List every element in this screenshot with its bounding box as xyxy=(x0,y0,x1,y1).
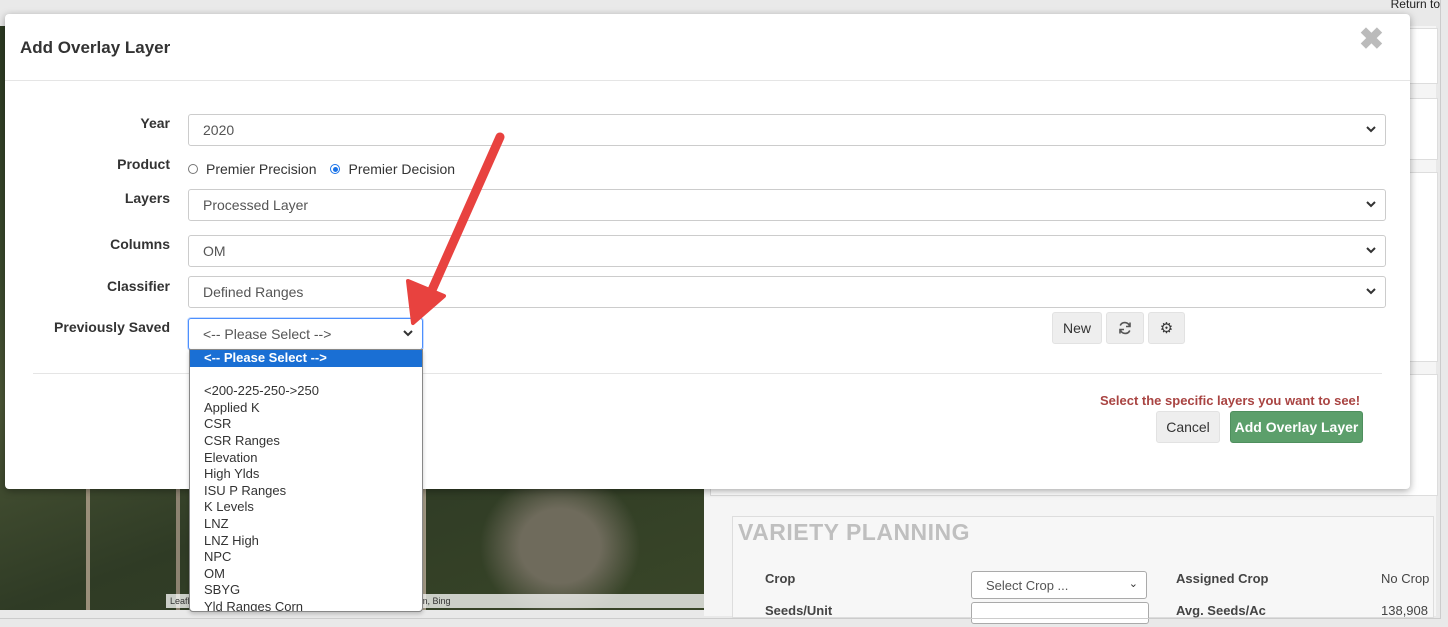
variety-planning-title: VARIETY PLANNING xyxy=(738,519,971,545)
columns-select-value: OM xyxy=(203,243,226,259)
dropdown-option[interactable]: Elevation xyxy=(190,450,422,467)
radio-label-premier-precision[interactable]: Premier Precision xyxy=(206,161,316,177)
dropdown-option[interactable]: NPC xyxy=(190,549,422,566)
radio-label-premier-decision[interactable]: Premier Decision xyxy=(348,161,455,177)
previously-saved-select[interactable]: <-- Please Select --> xyxy=(188,318,423,350)
dropdown-option[interactable]: CSR xyxy=(190,416,422,433)
layers-label: Layers xyxy=(124,190,170,206)
radio-premier-precision[interactable] xyxy=(188,164,198,174)
layers-select[interactable]: Processed Layer xyxy=(188,189,1386,221)
dropdown-option[interactable]: Yld Ranges Corn xyxy=(190,599,422,611)
year-select-value: 2020 xyxy=(203,122,235,138)
chevron-down-icon xyxy=(1366,247,1376,254)
cancel-button[interactable]: Cancel xyxy=(1156,411,1220,443)
avg-seeds-label: Avg. Seeds/Ac xyxy=(1176,603,1266,618)
product-radio-group: Premier Precision Premier Decision xyxy=(188,161,469,177)
chevron-down-icon: ⌄ xyxy=(1128,578,1138,590)
assigned-crop-label: Assigned Crop xyxy=(1176,571,1269,586)
dropdown-option[interactable]: <-- Please Select --> xyxy=(190,350,422,367)
dropdown-option[interactable]: CSR Ranges xyxy=(190,433,422,450)
dropdown-option[interactable]: OM xyxy=(190,566,422,583)
new-button[interactable]: New xyxy=(1052,312,1102,344)
settings-button[interactable]: ⚙ xyxy=(1148,312,1185,344)
avg-seeds-value: 138,908 xyxy=(1381,603,1428,618)
dropdown-option[interactable] xyxy=(190,367,422,384)
add-overlay-layer-button[interactable]: Add Overlay Layer xyxy=(1230,411,1363,443)
previously-saved-label: Previously Saved xyxy=(54,319,170,335)
crop-select-value: Select Crop ... xyxy=(986,578,1069,593)
seeds-unit-input[interactable] xyxy=(971,602,1149,624)
close-icon[interactable]: ✖ xyxy=(1359,22,1384,57)
year-select[interactable]: 2020 xyxy=(188,114,1386,146)
crop-label: Crop xyxy=(765,571,796,586)
radio-premier-decision[interactable] xyxy=(330,164,341,174)
chevron-down-icon xyxy=(1366,201,1376,208)
assigned-crop-value: No Crop xyxy=(1381,571,1430,586)
product-label: Product xyxy=(117,156,170,172)
dropdown-option[interactable]: High Ylds xyxy=(190,466,422,483)
classifier-select-value: Defined Ranges xyxy=(203,284,304,300)
dropdown-option[interactable]: LNZ xyxy=(190,516,422,533)
dropdown-option[interactable]: <200-225-250->250 xyxy=(190,383,422,400)
dropdown-option[interactable]: ISU P Ranges xyxy=(190,483,422,500)
year-label: Year xyxy=(140,115,170,131)
modal-title: Add Overlay Layer xyxy=(20,38,171,57)
chevron-down-icon xyxy=(1366,126,1376,133)
crop-select[interactable]: Select Crop ... ⌄ xyxy=(971,571,1147,599)
dropdown-option[interactable]: SBYG xyxy=(190,582,422,599)
columns-label: Columns xyxy=(110,236,170,252)
refresh-icon xyxy=(1119,321,1131,335)
chevron-down-icon xyxy=(403,330,413,337)
previously-saved-value: <-- Please Select --> xyxy=(203,326,332,342)
layers-select-value: Processed Layer xyxy=(203,197,309,213)
columns-select[interactable]: OM xyxy=(188,235,1386,267)
classifier-select[interactable]: Defined Ranges xyxy=(188,276,1386,308)
modal-header: Add Overlay Layer ✖ xyxy=(5,14,1410,81)
seeds-unit-label: Seeds/Unit xyxy=(765,603,833,618)
chevron-down-icon xyxy=(1366,288,1376,295)
refresh-button[interactable] xyxy=(1106,312,1144,344)
return-link[interactable]: Return to xyxy=(1391,0,1440,11)
previously-saved-dropdown: <-- Please Select --> <200-225-250->250 … xyxy=(189,349,423,612)
dropdown-option[interactable]: Applied K xyxy=(190,400,422,417)
dropdown-option[interactable]: K Levels xyxy=(190,499,422,516)
gear-icon: ⚙ xyxy=(1159,320,1174,337)
dropdown-option[interactable]: LNZ High xyxy=(190,533,422,550)
hint-text: Select the specific layers you want to s… xyxy=(1100,393,1361,408)
classifier-label: Classifier xyxy=(106,278,170,294)
